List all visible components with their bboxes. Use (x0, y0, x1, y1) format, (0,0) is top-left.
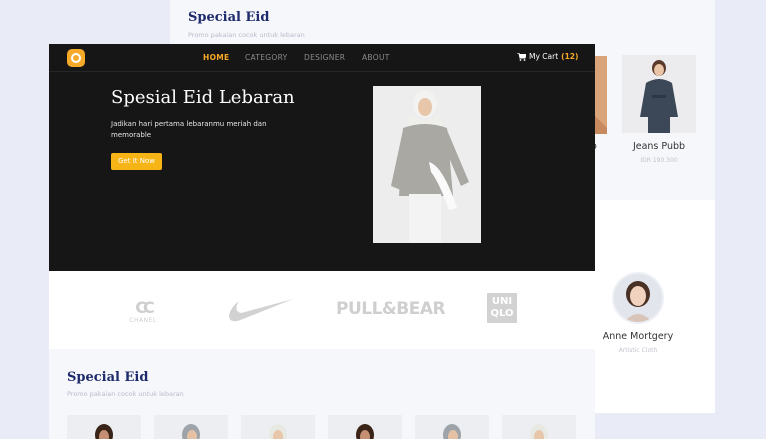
uniqlo-logo[interactable]: UNI QLO (487, 293, 517, 323)
hero-title: Spesial Eid Lebaran (111, 87, 295, 108)
product-thumb-5[interactable] (415, 415, 489, 439)
product-name: Jeans Pubb (632, 141, 686, 152)
uniqlo-line-2: QLO (490, 308, 514, 319)
hero-text: Jadikan hari pertama lebaranmu meriah da… (111, 120, 267, 140)
background-section-subtitle: Promo pakaian cocok untuk lebaran (188, 31, 305, 39)
cart-label: My Cart (529, 52, 559, 61)
nav-home[interactable]: HOME (203, 53, 229, 62)
designer-name: Anne Mortgery (602, 331, 674, 342)
product-thumb-4[interactable] (328, 415, 402, 439)
product-thumb-2[interactable] (154, 415, 228, 439)
logo-icon[interactable] (67, 49, 85, 67)
pullbear-logo[interactable]: PULL&BEAR (336, 299, 446, 319)
product-thumb-1[interactable] (67, 415, 141, 439)
partial-product-image[interactable] (595, 56, 607, 134)
chanel-cc-icon: CC (135, 298, 154, 317)
foreground-page: HOME CATEGORY DESIGNER ABOUT My Cart (12… (49, 44, 595, 439)
designer-avatar[interactable] (612, 272, 664, 324)
nike-logo[interactable] (227, 297, 293, 323)
uniqlo-line-1: UNI (491, 296, 513, 307)
designer-role: Artistic Cloth (618, 347, 658, 354)
section-subtitle: Promo pakaian cocok untuk lebaran (67, 390, 184, 398)
get-it-now-button[interactable]: Get It Now (111, 153, 162, 170)
cart-count: (12) (561, 52, 579, 61)
cart-icon (517, 52, 526, 61)
hero-image (373, 86, 481, 243)
brands-strip: CC CHANEL PULL&BEAR UNI QLO (49, 271, 595, 349)
product-thumb-6[interactable] (502, 415, 576, 439)
nike-swoosh-icon (229, 299, 293, 322)
special-eid-section: Special Eid Promo pakaian cocok untuk le… (49, 349, 595, 439)
chanel-wordmark: CHANEL (129, 317, 157, 324)
nav-designer[interactable]: DESIGNER (304, 53, 345, 62)
product-image-jeans-pubb[interactable] (622, 55, 696, 133)
nav-category[interactable]: CATEGORY (245, 53, 288, 62)
background-section-title: Special Eid (188, 10, 270, 25)
hero-section: HOME CATEGORY DESIGNER ABOUT My Cart (12… (49, 44, 595, 271)
product-thumb-3[interactable] (241, 415, 315, 439)
chanel-logo[interactable]: CC CHANEL (125, 298, 161, 324)
cart-button[interactable]: My Cart (12) (517, 52, 578, 61)
nav-about[interactable]: ABOUT (362, 53, 390, 62)
section-title: Special Eid (67, 370, 149, 385)
navbar: HOME CATEGORY DESIGNER ABOUT My Cart (12… (49, 44, 595, 72)
product-price: IDR 190.300 (640, 157, 678, 164)
